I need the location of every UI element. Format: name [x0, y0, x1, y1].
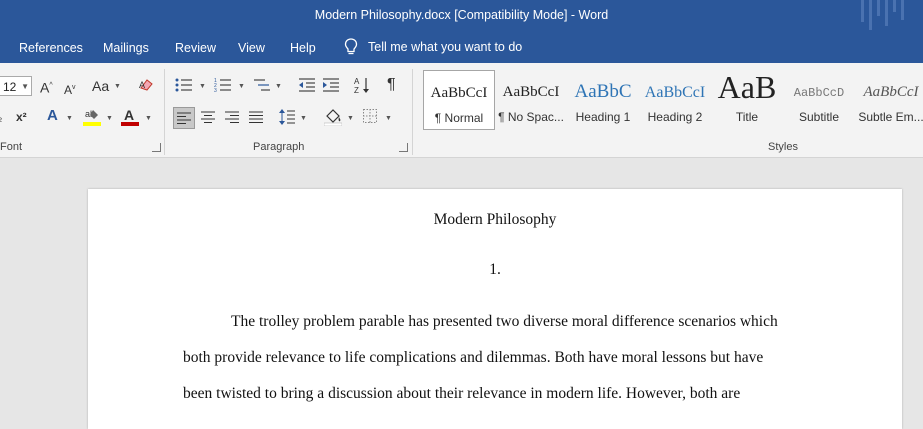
text-highlight-icon[interactable]: ab [83, 107, 101, 127]
document-canvas: Modern Philosophy 1. The trolley problem… [0, 158, 923, 429]
paragraph-line: both provide relevance to life complicat… [183, 349, 764, 366]
chevron-down-icon[interactable]: ▼ [385, 115, 392, 122]
tab-view[interactable]: View [238, 41, 265, 55]
style-normal[interactable]: AaBbCcI ¶ Normal [423, 70, 495, 130]
paragraph-dialog-launcher-icon[interactable] [399, 143, 408, 152]
styles-gallery: AaBbCcI ¶ Normal AaBbCcI ¶ No Spac... Aa… [420, 69, 923, 133]
tell-me-search[interactable]: Tell me what you want to do [344, 38, 522, 56]
ribbon: 12 ▼ A^ Av Aa ▼ A ₂ x² A ▼ ab ▼ A ▼ Font… [0, 63, 923, 158]
style-subtle-emphasis[interactable]: AaBbCcI Subtle Em... [855, 70, 923, 130]
document-page[interactable]: Modern Philosophy 1. The trolley problem… [88, 189, 902, 429]
decrease-indent-icon[interactable] [298, 77, 316, 93]
grow-font-icon[interactable]: A^ [40, 78, 53, 96]
group-separator [164, 69, 165, 155]
tab-review[interactable]: Review [175, 41, 216, 55]
group-separator [412, 69, 413, 155]
align-center-icon[interactable] [201, 111, 215, 123]
chevron-down-icon[interactable]: ▼ [114, 83, 121, 90]
line-spacing-icon[interactable] [279, 108, 295, 126]
chevron-down-icon[interactable]: ▼ [66, 115, 73, 122]
svg-text:A: A [124, 107, 134, 123]
subscript-icon[interactable]: ₂ [0, 110, 2, 126]
shading-icon[interactable] [324, 108, 342, 126]
ribbon-tabs: References Mailings Review View Help Tel… [0, 33, 923, 63]
chevron-down-icon[interactable]: ▼ [106, 115, 113, 122]
tab-references[interactable]: References [19, 41, 83, 55]
justify-icon[interactable] [249, 111, 263, 123]
font-dialog-launcher-icon[interactable] [152, 143, 161, 152]
style-heading-1[interactable]: AaBbC Heading 1 [567, 70, 639, 130]
multilevel-list-icon[interactable] [253, 77, 271, 93]
font-size-box[interactable]: 12 ▼ [0, 76, 32, 96]
svg-text:A: A [354, 77, 360, 86]
window-title: Modern Philosophy.docx [Compatibility Mo… [314, 8, 609, 22]
pilcrow-icon[interactable]: ¶ [387, 77, 396, 93]
chevron-down-icon[interactable]: ▼ [145, 115, 152, 122]
styles-group-label: Styles [768, 141, 798, 153]
font-size-value: 12 [3, 80, 17, 94]
sort-icon[interactable]: A Z [354, 76, 370, 94]
align-left-icon [177, 112, 191, 124]
tell-me-text: Tell me what you want to do [368, 40, 523, 54]
section-number: 1. [489, 261, 501, 278]
title-bar: Modern Philosophy.docx [Compatibility Mo… [0, 0, 923, 33]
chevron-down-icon[interactable]: ▼ [347, 115, 354, 122]
align-left-button[interactable] [173, 107, 195, 129]
style-heading-2[interactable]: AaBbCcI Heading 2 [639, 70, 711, 130]
align-right-icon[interactable] [225, 111, 239, 123]
style-no-spacing[interactable]: AaBbCcI ¶ No Spac... [495, 70, 567, 130]
tab-mailings[interactable]: Mailings [103, 41, 149, 55]
paragraph-line: The trolley problem parable has presente… [231, 313, 778, 330]
increase-indent-icon[interactable] [322, 77, 340, 93]
tab-help[interactable]: Help [290, 41, 316, 55]
change-case-icon[interactable]: Aa [92, 78, 109, 94]
text-effects-icon[interactable]: A [47, 108, 58, 124]
style-title[interactable]: AaB Title [711, 70, 783, 130]
svg-text:A: A [139, 80, 145, 90]
svg-text:3: 3 [214, 88, 217, 93]
chevron-down-icon[interactable]: ▼ [275, 83, 282, 90]
shrink-font-icon[interactable]: Av [64, 80, 76, 98]
superscript-icon[interactable]: x² [16, 109, 27, 125]
bullets-icon[interactable] [175, 77, 193, 93]
clear-formatting-icon[interactable]: A [138, 77, 154, 93]
chevron-down-icon[interactable]: ▼ [300, 115, 307, 122]
paragraph-group-label: Paragraph [253, 141, 305, 153]
numbering-icon[interactable]: 1 2 3 [214, 77, 232, 93]
borders-icon[interactable] [363, 109, 377, 123]
font-group-label: Font [0, 141, 23, 153]
lightbulb-icon [344, 38, 358, 55]
chevron-down-icon[interactable]: ▼ [199, 83, 206, 90]
document-title: Modern Philosophy [433, 211, 557, 228]
style-subtitle[interactable]: AaBbCcD Subtitle [783, 70, 855, 130]
chevron-down-icon: ▼ [21, 82, 29, 91]
chevron-down-icon[interactable]: ▼ [238, 83, 245, 90]
font-color-icon[interactable]: A [121, 107, 139, 127]
paragraph-line: been twisted to bring a discussion about… [183, 385, 741, 402]
title-bar-decoration [861, 0, 904, 30]
svg-text:Z: Z [354, 86, 359, 94]
